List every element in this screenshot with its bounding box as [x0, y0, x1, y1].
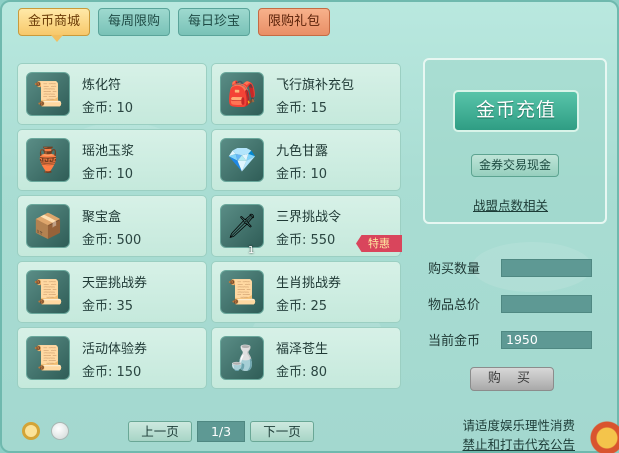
item-card[interactable]: 🏺 瑶池玉浆 金币: 10: [17, 129, 207, 191]
item-card[interactable]: 📦 聚宝盒 金币: 500: [17, 195, 207, 257]
scroll-icon: 📜: [26, 336, 70, 380]
item-price: 金币: 550: [276, 233, 336, 248]
tab-limited-gift[interactable]: 限购礼包: [258, 8, 331, 36]
item-name: 聚宝盒: [82, 210, 122, 225]
treasure-box-icon: 📦: [26, 204, 70, 248]
current-gold-value: 1950: [501, 331, 592, 349]
alliance-points-link[interactable]: 战盟点数相关: [473, 195, 548, 214]
item-card[interactable]: 📜 生肖挑战券 金币: 25: [211, 261, 401, 323]
current-gold-label: 当前金币: [428, 334, 481, 349]
tab-weekly-limit[interactable]: 每周限购: [98, 8, 171, 36]
item-price: 金币: 10: [82, 167, 134, 182]
total-price-field: [501, 295, 592, 313]
coupon-trade-button[interactable]: 金券交易现金: [471, 154, 559, 177]
talisman-icon: 📜: [26, 72, 70, 116]
tab-daily-treasure[interactable]: 每日珍宝: [178, 8, 251, 36]
pearl-icon[interactable]: [51, 422, 69, 440]
item-quantity: 1: [248, 245, 255, 256]
item-price: 金币: 10: [82, 101, 134, 116]
item-card[interactable]: 💎 九色甘露 金币: 10: [211, 129, 401, 191]
item-name: 飞行旗补充包: [276, 78, 355, 93]
notice-text: 请适度娱乐理性消费: [462, 418, 575, 433]
item-name: 九色甘露: [276, 144, 329, 159]
item-card[interactable]: 🍶 福泽苍生 金币: 80: [211, 327, 401, 389]
dew-gem-icon: 💎: [220, 138, 264, 182]
prev-page-button[interactable]: 上一页: [128, 421, 192, 442]
item-name: 活动体验券: [82, 342, 148, 357]
item-card[interactable]: 🎒 飞行旗补充包 金币: 15: [211, 63, 401, 125]
page-indicator: 1/3: [197, 421, 245, 442]
anti-proxy-notice-link[interactable]: 禁止和打击代充公告: [462, 434, 575, 453]
item-card[interactable]: 📜 天罡挑战券 金币: 35: [17, 261, 207, 323]
next-page-button[interactable]: 下一页: [250, 421, 314, 442]
item-grid: 📜 炼化符 金币: 10 🎒 飞行旗补充包 金币: 15 🏺 瑶池玉浆 金币: …: [10, 58, 410, 394]
item-name: 三界挑战令: [276, 210, 342, 225]
buy-button[interactable]: 购 买: [470, 367, 554, 391]
total-price-label: 物品总价: [428, 298, 481, 313]
tab-bar: 金币商城 每周限购 每日珍宝 限购礼包: [18, 8, 331, 42]
challenge-token-icon: 🗡: [220, 204, 264, 248]
item-name: 生肖挑战券: [276, 276, 342, 291]
item-card[interactable]: 🗡 1 三界挑战令 金币: 550 特惠: [211, 195, 402, 257]
item-price: 金币: 500: [82, 233, 142, 248]
item-name: 瑶池玉浆: [82, 144, 135, 159]
item-name: 炼化符: [82, 78, 122, 93]
flag-bag-icon: 🎒: [220, 72, 264, 116]
gold-recharge-button[interactable]: 金币充值: [453, 90, 579, 132]
item-price: 金币: 10: [276, 167, 328, 182]
item-name: 天罡挑战券: [82, 276, 148, 291]
scroll-icon: 📜: [26, 270, 70, 314]
item-price: 金币: 80: [276, 365, 328, 380]
zoom-icon[interactable]: [22, 422, 40, 440]
tab-gold-mall[interactable]: 金币商城: [18, 8, 91, 42]
item-price: 金币: 15: [276, 101, 328, 116]
quantity-label: 购买数量: [428, 262, 481, 277]
item-card[interactable]: 📜 炼化符 金币: 10: [17, 63, 207, 125]
blessing-bottle-icon: 🍶: [220, 336, 264, 380]
scroll-icon: 📜: [220, 270, 264, 314]
item-name: 福泽苍生: [276, 342, 329, 357]
item-card[interactable]: 📜 活动体验券 金币: 150: [17, 327, 207, 389]
item-price: 金币: 25: [276, 299, 328, 314]
special-offer-badge: 特惠: [356, 235, 402, 252]
item-price: 金币: 35: [82, 299, 134, 314]
ornament-icon: [589, 403, 619, 453]
recharge-panel: 金币充值 金券交易现金 战盟点数相关: [423, 58, 607, 224]
quantity-field[interactable]: [501, 259, 592, 277]
jade-pot-icon: 🏺: [26, 138, 70, 182]
item-price: 金币: 150: [82, 365, 142, 380]
